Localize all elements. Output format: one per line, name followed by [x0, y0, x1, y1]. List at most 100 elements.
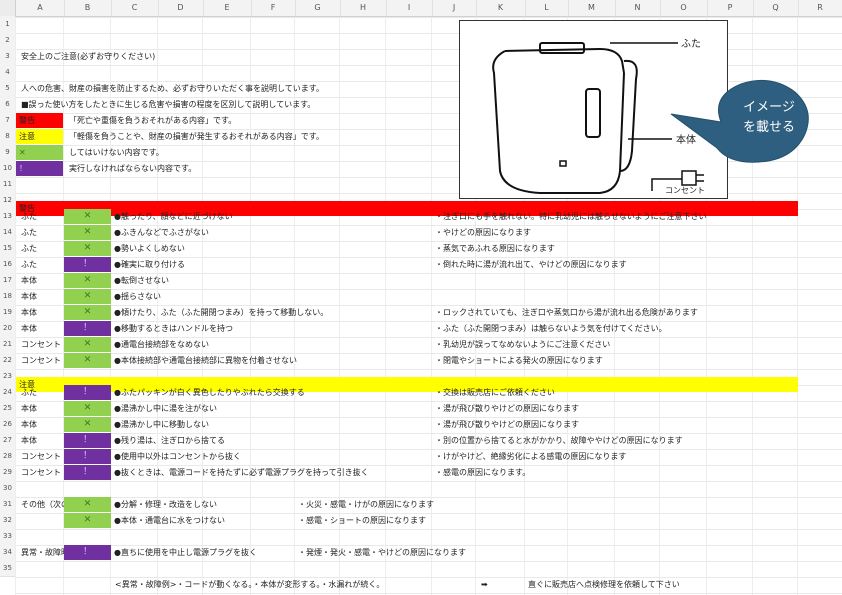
note-cell[interactable]: ・倒れた時に湯が流れ出て、やけどの原因になります: [432, 257, 627, 272]
row-header-8[interactable]: 8: [0, 128, 16, 145]
row-header-20[interactable]: 20: [0, 320, 16, 337]
column-header-c[interactable]: C: [111, 0, 159, 16]
row-header-2[interactable]: 2: [0, 32, 16, 49]
row-header-24[interactable]: 24: [0, 384, 16, 401]
prohibit-cell[interactable]: ✕: [64, 337, 111, 352]
action-cell[interactable]: ●勢いよくしめない: [111, 241, 185, 256]
action-cell[interactable]: ●転倒させない: [111, 273, 169, 288]
part-cell[interactable]: ふた: [18, 385, 37, 400]
action-cell[interactable]: ●本体接続部や通電台接続部に異物を付着させない: [111, 353, 297, 368]
row-header-21[interactable]: 21: [0, 336, 16, 353]
action-cell[interactable]: ●揺らさない: [111, 289, 161, 304]
prohibit-cell[interactable]: ✕: [64, 273, 111, 288]
row-header-5[interactable]: 5: [0, 80, 16, 97]
note-cell[interactable]: ・閉電やショートによる発火の原因になります: [432, 353, 603, 368]
part-cell[interactable]: 本体: [18, 289, 37, 304]
row-header-31[interactable]: 31: [0, 496, 16, 513]
note-cell[interactable]: ・ロックされていても、注ぎ口や蒸気口から湯が流れ出る危険があります: [432, 305, 698, 320]
row-header-27[interactable]: 27: [0, 432, 16, 449]
part-cell[interactable]: コンセント: [18, 465, 61, 480]
note-cell[interactable]: ・湯が飛び散りやけどの原因になります: [432, 401, 579, 416]
row-header-13[interactable]: 13: [0, 208, 16, 225]
part-cell[interactable]: 本体: [18, 305, 37, 320]
note-cell[interactable]: ・注ぎ口にも手を触れない。特に乳幼児には触らせないようにご注意下さい: [432, 209, 707, 224]
mandatory-cell[interactable]: ！: [64, 385, 111, 400]
row-header-30[interactable]: 30: [0, 480, 16, 497]
row-header-9[interactable]: 9: [0, 144, 16, 161]
action-cell[interactable]: ●湯沸かし中に移動しない: [111, 417, 209, 432]
prohibit-cell[interactable]: ✕: [64, 401, 111, 416]
row-header-28[interactable]: 28: [0, 448, 16, 465]
row-header-18[interactable]: 18: [0, 288, 16, 305]
row-header-25[interactable]: 25: [0, 400, 16, 417]
part-cell[interactable]: 本体: [18, 433, 37, 448]
part-cell[interactable]: ふた: [18, 257, 37, 272]
legend-warning-label[interactable]: 警告: [16, 113, 63, 128]
note-cell[interactable]: ・乳幼児が誤ってなめないようにご注意ください: [432, 337, 610, 352]
legend-mandatory-text[interactable]: 実行しなければならない内容です。: [66, 161, 196, 176]
prohibit-cell[interactable]: ✕: [64, 241, 111, 256]
legend-prohibit-symbol[interactable]: ✕: [16, 145, 63, 160]
row-header-3[interactable]: 3: [0, 48, 16, 65]
action-cell[interactable]: ●本体・通電台に水をつけない: [111, 513, 225, 528]
row-header-29[interactable]: 29: [0, 464, 16, 481]
row-header-15[interactable]: 15: [0, 240, 16, 257]
mandatory-cell[interactable]: ！: [64, 449, 111, 464]
action-cell[interactable]: ●移動するときはハンドルを持つ: [111, 321, 233, 336]
part-cell[interactable]: ふた: [18, 209, 37, 224]
note-cell[interactable]: ・湯が飛び散りやけどの原因になります: [432, 417, 579, 432]
column-header-r[interactable]: R: [798, 0, 842, 16]
intro-line-2[interactable]: ■誤った使い方をしたときに生じる危害や損害の程度を区別して説明しています。: [18, 97, 315, 112]
mandatory-cell[interactable]: ！: [64, 257, 111, 272]
mandatory-cell[interactable]: ！: [64, 321, 111, 336]
footer-examples[interactable]: <異常・故障例>・コードが動くなる。・本体が変形する。・水漏れが続く。: [112, 577, 384, 592]
row-header-11[interactable]: 11: [0, 176, 16, 193]
legend-warning-text[interactable]: 「死亡や重傷を負うおそれがある内容」です。: [66, 113, 236, 128]
legend-caution-text[interactable]: 「軽傷を負うことや、財産の損害が発生するおそれがある内容」です。: [66, 129, 324, 144]
column-header-e[interactable]: E: [203, 0, 252, 16]
row-header-32[interactable]: 32: [0, 512, 16, 529]
column-header-d[interactable]: D: [158, 0, 204, 16]
prohibit-cell[interactable]: ✕: [64, 305, 111, 320]
prohibit-cell[interactable]: ✕: [64, 225, 111, 240]
row-header-34[interactable]: 34: [0, 544, 16, 561]
row-header-35[interactable]: 35: [0, 560, 16, 577]
intro-title[interactable]: 安全上のご注意(必ずお守りください): [18, 49, 155, 64]
action-cell[interactable]: ●確実に取り付ける: [111, 257, 185, 272]
part-cell[interactable]: ふた: [18, 225, 37, 240]
part-cell[interactable]: ふた: [18, 241, 37, 256]
column-header-j[interactable]: J: [432, 0, 477, 16]
prohibit-cell[interactable]: ✕: [64, 289, 111, 304]
prohibit-cell[interactable]: ✕: [64, 513, 111, 528]
prohibit-cell[interactable]: ✕: [64, 209, 111, 224]
action-cell[interactable]: ●直ちに使用を中止し電源プラグを抜く: [111, 545, 257, 560]
column-header-m[interactable]: M: [568, 0, 616, 16]
note-cell[interactable]: ・交換は販売店にご依頼ください: [432, 385, 555, 400]
column-header-l[interactable]: L: [525, 0, 569, 16]
note-cell[interactable]: ・感電・ショートの原因になります: [295, 513, 426, 528]
legend-prohibit-text[interactable]: してはいけない内容です。: [66, 145, 164, 160]
row-header-1[interactable]: 1: [0, 16, 16, 33]
part-cell[interactable]: コンセント: [18, 353, 61, 368]
row-header-23[interactable]: 23: [0, 368, 16, 385]
intro-line-1[interactable]: 人への危害、財産の損害を防止するため、必ずお守りいただく事を説明しています。: [18, 81, 324, 96]
part-cell[interactable]: 本体: [18, 273, 37, 288]
mandatory-cell[interactable]: ！: [64, 545, 111, 560]
action-cell[interactable]: ●通電台接続部をなめない: [111, 337, 209, 352]
column-header-g[interactable]: G: [295, 0, 341, 16]
row-header-22[interactable]: 22: [0, 352, 16, 369]
note-cell[interactable]: ・発煙・発火・感電・やけどの原因になります: [295, 545, 466, 560]
part-cell[interactable]: 本体: [18, 401, 37, 416]
column-header-q[interactable]: Q: [753, 0, 799, 16]
mandatory-cell[interactable]: ！: [64, 465, 111, 480]
note-cell[interactable]: ・蒸気であふれる原因になります: [432, 241, 555, 256]
row-header-26[interactable]: 26: [0, 416, 16, 433]
row-header-16[interactable]: 16: [0, 256, 16, 273]
column-header-a[interactable]: A: [16, 0, 65, 16]
part-cell[interactable]: コンセント: [18, 337, 61, 352]
column-header-o[interactable]: O: [660, 0, 708, 16]
note-cell[interactable]: ・感電の原因になります。: [432, 465, 530, 480]
column-header-p[interactable]: P: [707, 0, 754, 16]
select-all-corner[interactable]: [0, 0, 16, 16]
row-header-4[interactable]: 4: [0, 64, 16, 81]
